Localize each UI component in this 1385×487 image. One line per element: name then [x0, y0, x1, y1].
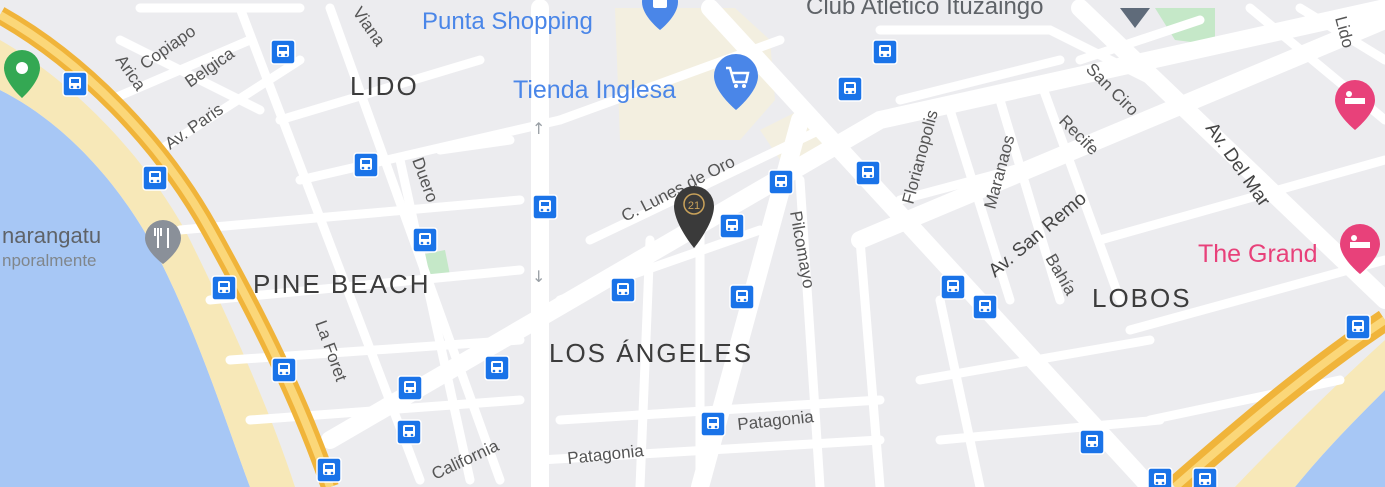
- bus-stop-icon[interactable]: [1079, 429, 1105, 455]
- bus-stop-icon[interactable]: [412, 227, 438, 253]
- bus-stop-icon[interactable]: [972, 294, 998, 320]
- bus-stop-icon[interactable]: [270, 39, 296, 65]
- bus-stop-icon[interactable]: [211, 275, 237, 301]
- bus-stop-icon[interactable]: [610, 277, 636, 303]
- bus-stop-icon[interactable]: [532, 194, 558, 220]
- bus-stop-icon[interactable]: [768, 169, 794, 195]
- map-canvas[interactable]: ↑ ↓ LIDO PINE BEACH LOS ÁNGELES LOBOS Co…: [0, 0, 1385, 487]
- bus-stop-icon[interactable]: [872, 39, 898, 65]
- neighborhood-pine-beach: PINE BEACH: [253, 269, 431, 299]
- place-label-club-atletico: Club Atletico Ituzaingo: [806, 0, 1043, 20]
- bus-stop-icon[interactable]: [271, 357, 297, 383]
- bus-stop-icon[interactable]: [484, 355, 510, 381]
- bus-stop-icon[interactable]: [700, 411, 726, 437]
- neighborhood-lobos: LOBOS: [1092, 283, 1192, 313]
- place-label-tienda-inglesa: Tienda Inglesa: [513, 76, 676, 104]
- bus-stop-icon[interactable]: [353, 152, 379, 178]
- oneway-arrow-icon: ↑: [532, 119, 545, 138]
- bus-stop-icon[interactable]: [1345, 314, 1371, 340]
- oneway-arrow-icon-2: ↓: [532, 267, 545, 286]
- bus-stop-icon[interactable]: [1147, 467, 1173, 487]
- bus-stop-icon[interactable]: [855, 160, 881, 186]
- bus-stop-icon[interactable]: [729, 284, 755, 310]
- bus-stop-icon[interactable]: [719, 213, 745, 239]
- place-label-the-grand: The Grand: [1198, 240, 1318, 268]
- neighborhood-lido: LIDO: [350, 71, 419, 101]
- place-label-punta-shopping: Punta Shopping: [422, 8, 593, 35]
- bus-stop-icon[interactable]: [142, 165, 168, 191]
- bus-stop-icon[interactable]: [1192, 467, 1218, 487]
- bus-stop-icon[interactable]: [62, 71, 88, 97]
- bus-stop-icon[interactable]: [837, 76, 863, 102]
- neighborhood-los-angeles: LOS ÁNGELES: [549, 338, 753, 368]
- property-badge-number: 21: [688, 200, 700, 212]
- place-label-marangatu: narangatu: [2, 223, 101, 248]
- bus-stop-icon[interactable]: [397, 375, 423, 401]
- bus-stop-icon[interactable]: [940, 274, 966, 300]
- bus-stop-icon[interactable]: [396, 419, 422, 445]
- place-status-marangatu: nporalmente: [2, 251, 97, 270]
- bus-stop-icon[interactable]: [316, 457, 342, 483]
